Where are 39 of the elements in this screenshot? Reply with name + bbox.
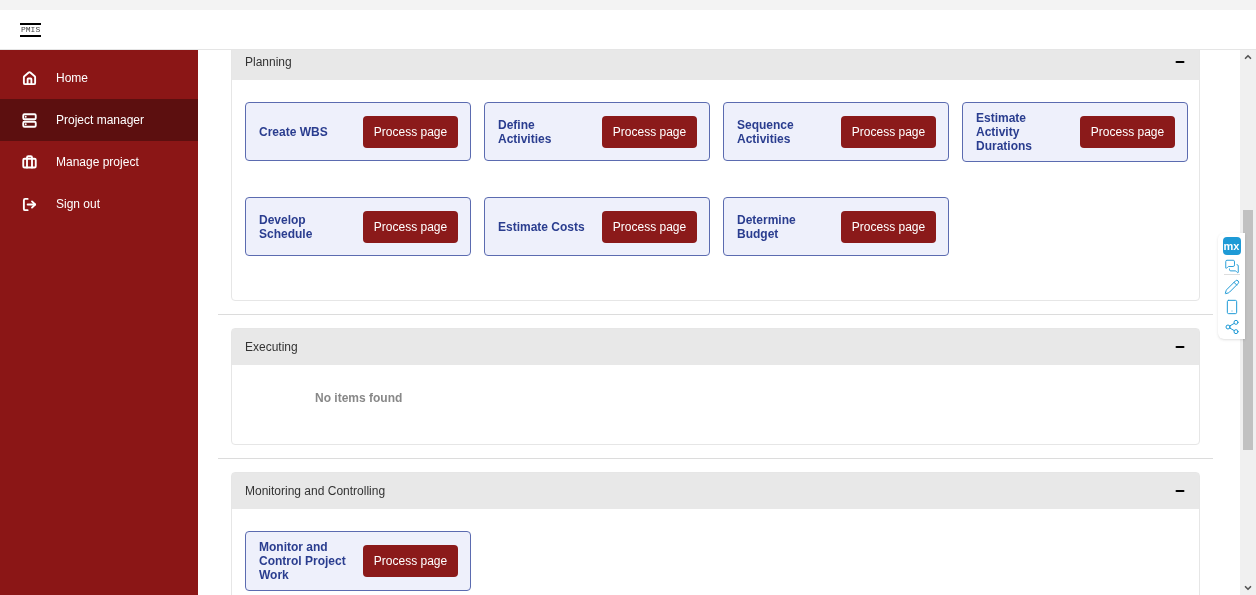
- process-title: Estimate Costs: [498, 219, 586, 234]
- process-page-button[interactable]: Process page: [602, 115, 697, 148]
- process-page-button[interactable]: Process page: [602, 210, 697, 243]
- home-icon: [22, 70, 37, 86]
- server-icon: [22, 112, 37, 128]
- scrollbar-thumb[interactable]: [1243, 210, 1253, 450]
- section-header[interactable]: Planning: [232, 50, 1199, 80]
- process-title: Estimate Activity Durations: [976, 111, 1033, 153]
- process-page-button[interactable]: Process page: [841, 210, 936, 243]
- sidebar-item[interactable]: Sign out: [0, 183, 198, 225]
- process-page-button[interactable]: Process page: [363, 115, 458, 148]
- briefcase-icon: [22, 154, 37, 170]
- section-header[interactable]: Executing: [232, 329, 1199, 365]
- process-page-button[interactable]: Process page: [363, 210, 458, 243]
- sign-out-icon: [22, 196, 37, 212]
- empty-message: No items found: [315, 391, 403, 405]
- scrollbar[interactable]: [1240, 50, 1256, 595]
- section-title: Monitoring and Controlling: [245, 483, 386, 500]
- process-page-button[interactable]: Process page: [363, 545, 458, 577]
- sidebar-item[interactable]: Manage project: [0, 141, 198, 183]
- process-title: Monitor and Control Project Work: [259, 540, 347, 582]
- process-title: Develop Schedule: [259, 212, 314, 241]
- sidebar-item[interactable]: Project manager: [0, 99, 198, 141]
- section-title: Planning: [245, 54, 292, 71]
- scroll-down-icon[interactable]: [1243, 583, 1253, 593]
- process-title: Create WBS: [259, 124, 329, 139]
- process-title: Sequence Activities: [737, 117, 795, 146]
- process-title: Determine Budget: [737, 212, 797, 241]
- sidebar-item[interactable]: Home: [0, 57, 198, 99]
- pencil-icon[interactable]: [1223, 279, 1240, 295]
- section-title: Executing: [245, 339, 298, 356]
- pmis-logo[interactable]: PMIS: [20, 22, 42, 37]
- chat-icon[interactable]: [1223, 259, 1240, 275]
- section-header[interactable]: Monitoring and Controlling: [232, 473, 1199, 509]
- scroll-up-icon[interactable]: [1243, 52, 1253, 62]
- process-page-button[interactable]: Process page: [841, 115, 936, 148]
- process-page-button[interactable]: Process page: [1080, 116, 1175, 148]
- share-icon[interactable]: [1223, 319, 1240, 335]
- process-title: Define Activities: [498, 117, 553, 146]
